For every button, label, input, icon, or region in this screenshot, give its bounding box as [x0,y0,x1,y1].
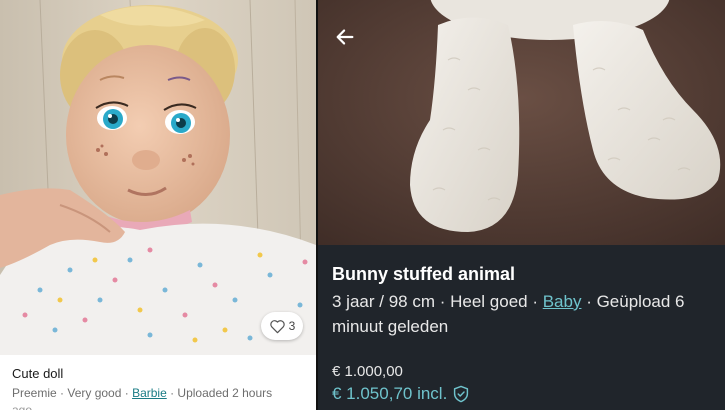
listing-photo-bunny[interactable] [318,0,725,245]
left-listing-info: Cute doll Preemie · Very good · Barbie ·… [12,366,310,410]
right-listing-detail: Bunny stuffed animal 3 jaar / 98 cm · He… [318,0,725,410]
favorite-button[interactable]: 3 [261,312,303,340]
left-listing-condition: Preemie · Very good · [12,386,133,400]
left-listing-uploaded-cont: ago [12,403,33,410]
price-incl-label: € 1.050,70 incl. [332,384,448,403]
listing-photo-doll[interactable] [0,0,316,355]
right-listing-uploaded-cont: minuut geleden [332,317,449,336]
right-listing-title: Bunny stuffed animal [332,264,516,284]
left-listing-title[interactable]: Cute doll [12,366,310,382]
left-listing-meta: Preemie · Very good · Barbie · Uploaded … [12,385,310,402]
right-listing-meta-prefix: 3 jaar / 98 cm · Heel goed · [332,292,543,311]
back-button[interactable] [332,24,358,50]
right-listing-meta-suffix: · Geüpload 6 [581,292,685,311]
price-incl-protection[interactable]: € 1.050,70 incl. [332,382,469,406]
heart-outline-icon [269,319,285,333]
right-listing-info: Bunny stuffed animal 3 jaar / 98 cm · He… [332,262,725,339]
left-listing-uploaded: · Uploaded 2 hours [166,386,273,400]
left-listing-card[interactable]: 3 Cute doll Preemie · Very good · Barbie… [0,0,316,410]
left-listing-brand-link[interactable]: Barbie [132,386,167,400]
right-listing-meta: 3 jaar / 98 cm · Heel goed · Baby · Geüp… [332,288,725,315]
right-listing-brand-link[interactable]: Baby [543,292,582,311]
arrow-left-icon [336,29,354,45]
shield-check-icon [454,385,469,403]
price: € 1.000,00 [332,363,403,380]
favorite-count: 3 [288,319,296,333]
